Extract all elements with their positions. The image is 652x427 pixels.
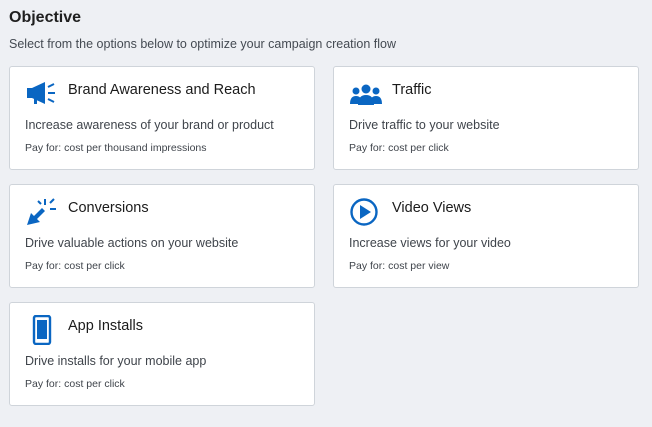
objective-card-conversions[interactable]: Conversions Drive valuable actions on yo… [9,184,315,288]
objective-pay-for: Pay for: cost per click [25,260,125,272]
objective-card-traffic[interactable]: Traffic Drive traffic to your website Pa… [333,66,639,170]
play-circle-icon [349,197,383,227]
objective-pay-for: Pay for: cost per view [349,260,450,272]
objective-title-label: Conversions [68,200,149,216]
objective-description: Drive traffic to your website [349,118,500,132]
objective-description: Drive installs for your mobile app [25,354,207,368]
objective-title-label: Brand Awareness and Reach [68,82,256,98]
objective-title-label: Video Views [392,200,472,216]
objective-subtitle: Select from the options below to optimiz… [9,37,396,51]
objective-pay-for: Pay for: cost per thousand impressions [25,142,207,154]
objective-description: Increase views for your video [349,236,511,250]
objective-pay-for: Pay for: cost per click [25,378,125,390]
objective-card-app-installs[interactable]: App Installs Drive installs for your mob… [9,302,315,406]
people-icon [349,79,383,109]
objective-pay-for: Pay for: cost per click [349,142,449,154]
megaphone-icon [25,79,59,109]
objective-card-video-views[interactable]: Video Views Increase views for your vide… [333,184,639,288]
objective-title-label: App Installs [68,318,143,334]
objective-card-brand-awareness[interactable]: Brand Awareness and Reach Increase aware… [9,66,315,170]
objective-title: Objective [9,9,82,26]
mobile-phone-icon [25,315,59,345]
cursor-click-icon [25,197,59,227]
objective-description: Increase awareness of your brand or prod… [25,118,274,132]
objective-title-label: Traffic [392,82,432,98]
objective-description: Drive valuable actions on your website [25,236,239,250]
